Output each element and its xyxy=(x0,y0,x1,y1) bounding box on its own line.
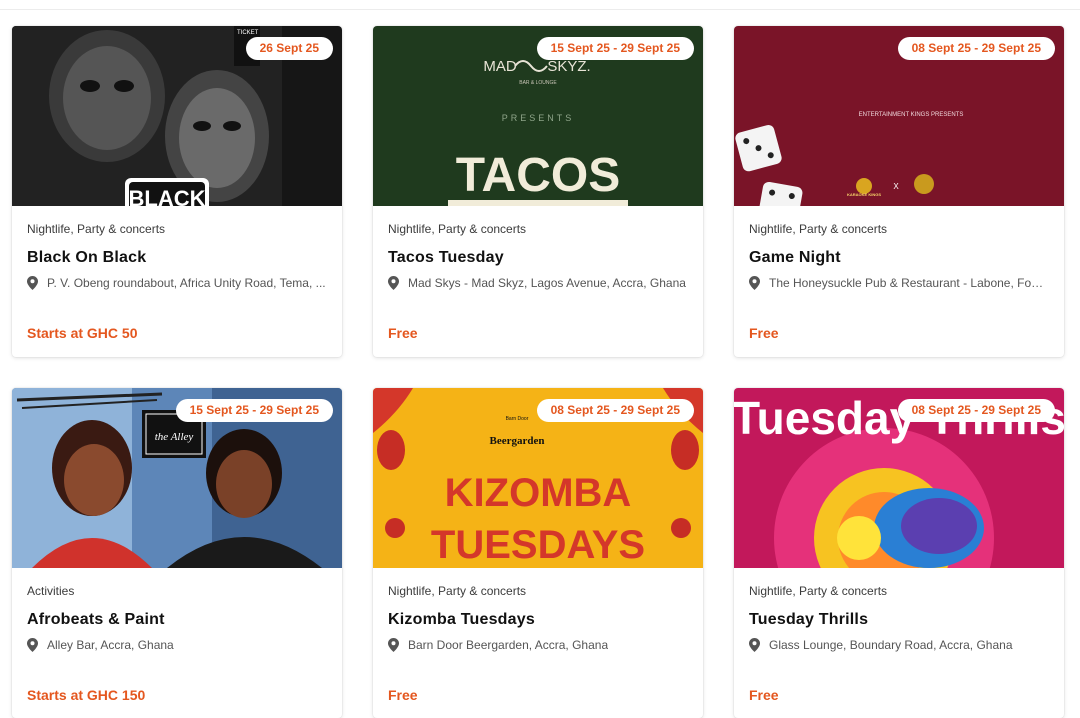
event-card-tacos-tuesday[interactable]: MAD SKYZ. BAR & LOUNGE PRESENTS TACOS 15… xyxy=(373,26,703,357)
date-badge: 15 Sept 25 - 29 Sept 25 xyxy=(536,37,694,60)
event-price: Starts at GHC 50 xyxy=(27,325,138,341)
event-location: Barn Door Beergarden, Accra, Ghana xyxy=(388,637,688,653)
times-mark: X xyxy=(893,182,899,191)
event-category: Nightlife, Party & concerts xyxy=(749,222,888,236)
event-location: Mad Skys - Mad Skyz, Lagos Avenue, Accra… xyxy=(388,275,688,291)
event-title[interactable]: Afrobeats & Paint xyxy=(27,610,327,630)
event-location: Alley Bar, Accra, Ghana xyxy=(27,637,327,653)
brand-name: Beergarden xyxy=(490,435,545,447)
date-badge: 08 Sept 25 - 29 Sept 25 xyxy=(897,399,1055,422)
event-location-text: The Honeysuckle Pub & Restaurant - Labon… xyxy=(769,276,1049,290)
brand-subtitle: BAR & LOUNGE xyxy=(519,80,557,86)
date-badge: 08 Sept 25 - 29 Sept 25 xyxy=(536,399,694,422)
location-pin-icon xyxy=(388,638,399,652)
event-price: Free xyxy=(388,687,418,703)
location-pin-icon xyxy=(749,276,760,290)
event-price: Free xyxy=(749,325,779,341)
event-location-text: Barn Door Beergarden, Accra, Ghana xyxy=(408,638,609,652)
location-pin-icon xyxy=(749,638,760,652)
event-price: Starts at GHC 150 xyxy=(27,687,146,703)
event-location-text: Alley Bar, Accra, Ghana xyxy=(47,638,174,652)
date-badge: 08 Sept 25 - 29 Sept 25 xyxy=(897,37,1055,60)
event-banner: Tuesday Thrills 08 Sept 25 - 29 Sept 25 xyxy=(734,388,1064,568)
location-pin-icon xyxy=(27,638,38,652)
event-title[interactable]: Kizomba Tuesdays xyxy=(388,610,688,630)
banner-line2: TUESDAYS xyxy=(431,523,645,567)
event-banner: the Alley 15 Sept 25 - 29 Sept 25 xyxy=(12,388,342,568)
event-title[interactable]: Tuesday Thrills xyxy=(749,610,1049,630)
top-divider xyxy=(0,9,1080,10)
ticket-label: TICKET xyxy=(237,30,259,36)
brand-right: SKYZ. xyxy=(547,58,590,75)
event-location-text: P. V. Obeng roundabout, Africa Unity Roa… xyxy=(47,276,326,290)
event-banner: MAD SKYZ. BAR & LOUNGE PRESENTS TACOS 15… xyxy=(373,26,703,206)
event-card-game-night[interactable]: ENTERTAINMENT KINGS PRESENTS KARAOKE KIN… xyxy=(734,26,1064,357)
event-location: The Honeysuckle Pub & Restaurant - Labon… xyxy=(749,275,1049,291)
event-category: Nightlife, Party & concerts xyxy=(749,584,888,598)
brand-subtitle: Barn Door xyxy=(506,416,529,422)
event-price: Free xyxy=(749,687,779,703)
event-location: P. V. Obeng roundabout, Africa Unity Roa… xyxy=(27,275,327,291)
brand-left: MAD xyxy=(483,58,517,75)
event-banner: ENTERTAINMENT KINGS PRESENTS KARAOKE KIN… xyxy=(734,26,1064,206)
location-pin-icon xyxy=(388,276,399,290)
banner-line1: KIZOMBA xyxy=(445,471,632,515)
location-pin-icon xyxy=(27,276,38,290)
banner-title: BLACK xyxy=(129,186,206,206)
event-category: Nightlife, Party & concerts xyxy=(388,584,527,598)
event-location-text: Mad Skys - Mad Skyz, Lagos Avenue, Accra… xyxy=(408,276,686,290)
event-banner: Barn Door Beergarden KIZOMBA TUESDAYS 08… xyxy=(373,388,703,568)
event-title[interactable]: Game Night xyxy=(749,248,1049,268)
presenter-text: ENTERTAINMENT KINGS PRESENTS xyxy=(859,112,964,118)
event-price: Free xyxy=(388,325,418,341)
date-badge: 26 Sept 25 xyxy=(245,37,333,60)
presents-label: PRESENTS xyxy=(502,113,575,123)
event-location-text: Glass Lounge, Boundary Road, Accra, Ghan… xyxy=(769,638,1013,652)
event-category: Nightlife, Party & concerts xyxy=(27,222,166,236)
venue-logo: the Alley xyxy=(155,431,194,443)
event-card-afrobeats-paint[interactable]: the Alley 15 Sept 25 - 29 Sept 25 Activi… xyxy=(12,388,342,718)
sponsor-logo: KARAOKE KINGS xyxy=(847,192,881,197)
event-location: Glass Lounge, Boundary Road, Accra, Ghan… xyxy=(749,637,1049,653)
banner-title: TACOS xyxy=(456,149,620,202)
event-title[interactable]: Tacos Tuesday xyxy=(388,248,688,268)
event-title[interactable]: Black On Black xyxy=(27,248,327,268)
event-category: Nightlife, Party & concerts xyxy=(388,222,527,236)
date-badge: 15 Sept 25 - 29 Sept 25 xyxy=(175,399,333,422)
event-category: Activities xyxy=(27,584,75,598)
event-banner: TICKET BLACK 26 Sept 25 xyxy=(12,26,342,206)
event-card-kizomba-tuesdays[interactable]: Barn Door Beergarden KIZOMBA TUESDAYS 08… xyxy=(373,388,703,718)
event-card-tuesday-thrills[interactable]: Tuesday Thrills 08 Sept 25 - 29 Sept 25 … xyxy=(734,388,1064,718)
event-card-black-on-black[interactable]: TICKET BLACK 26 Sept 25 Nightlife, Party… xyxy=(12,26,342,357)
